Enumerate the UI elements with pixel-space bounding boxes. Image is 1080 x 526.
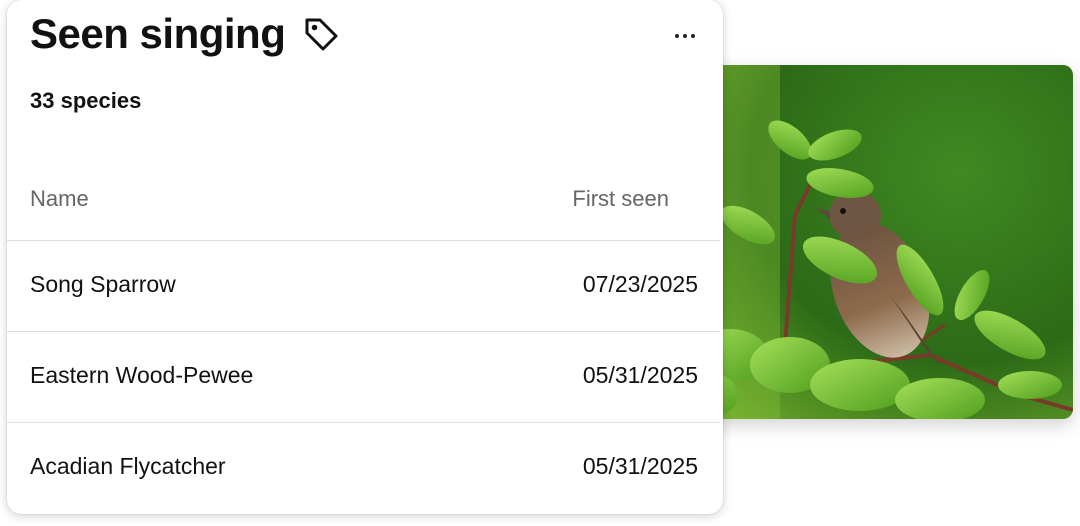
first-seen-date: 07/23/2025: [582, 271, 698, 297]
table-row[interactable]: Song Sparrow 07/23/2025: [7, 241, 720, 332]
species-name: Eastern Wood-Pewee: [30, 362, 254, 388]
tag-icon[interactable]: [301, 14, 341, 54]
more-options-icon: [675, 34, 679, 38]
table-header: Name First seen: [7, 176, 720, 241]
song-sparrow-image: [690, 65, 1073, 419]
column-header-name[interactable]: Name: [30, 186, 89, 212]
table-row[interactable]: Eastern Wood-Pewee 05/31/2025: [7, 332, 720, 423]
first-seen-date: 05/31/2025: [582, 362, 698, 388]
card-header: Seen singing: [30, 10, 341, 58]
species-name: Acadian Flycatcher: [30, 453, 226, 479]
table-row[interactable]: Acadian Flycatcher 05/31/2025: [7, 423, 720, 513]
more-options-button[interactable]: [669, 22, 701, 50]
first-seen-date: 05/31/2025: [582, 453, 698, 479]
bird-photo: [690, 65, 1073, 419]
species-count: 33 species: [30, 88, 142, 113]
column-header-first-seen[interactable]: First seen: [572, 186, 669, 212]
seen-singing-card: Seen singing 33 species Name First seen …: [7, 0, 723, 514]
card-title: Seen singing: [30, 10, 286, 57]
species-name: Song Sparrow: [30, 271, 176, 297]
